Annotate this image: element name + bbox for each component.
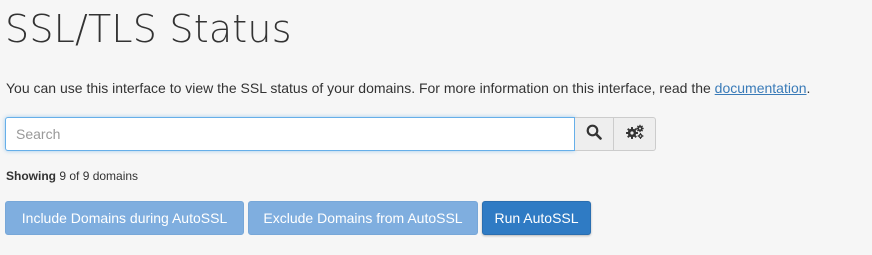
description-text: You can use this interface to view the S… [6, 80, 715, 96]
search-input[interactable] [5, 117, 575, 151]
results-count: Showing 9 of 9 domains [6, 168, 138, 184]
exclude-domains-button[interactable]: Exclude Domains from AutoSSL [248, 201, 478, 235]
documentation-link[interactable]: documentation [715, 80, 807, 96]
search-button[interactable] [575, 117, 614, 151]
settings-gears-icon [625, 124, 645, 145]
page-description: You can use this interface to view the S… [6, 78, 810, 98]
page-title: SSL/TLS Status [5, 7, 292, 51]
search-settings-button[interactable] [614, 117, 656, 151]
search-bar [5, 117, 656, 151]
search-icon [586, 124, 602, 145]
action-buttons: Include Domains during AutoSSL Exclude D… [5, 201, 591, 235]
run-autossl-button[interactable]: Run AutoSSL [482, 201, 591, 235]
showing-label: Showing [6, 169, 56, 183]
description-period: . [806, 80, 811, 96]
showing-count: 9 of 9 domains [59, 169, 139, 183]
include-domains-button[interactable]: Include Domains during AutoSSL [5, 201, 244, 235]
